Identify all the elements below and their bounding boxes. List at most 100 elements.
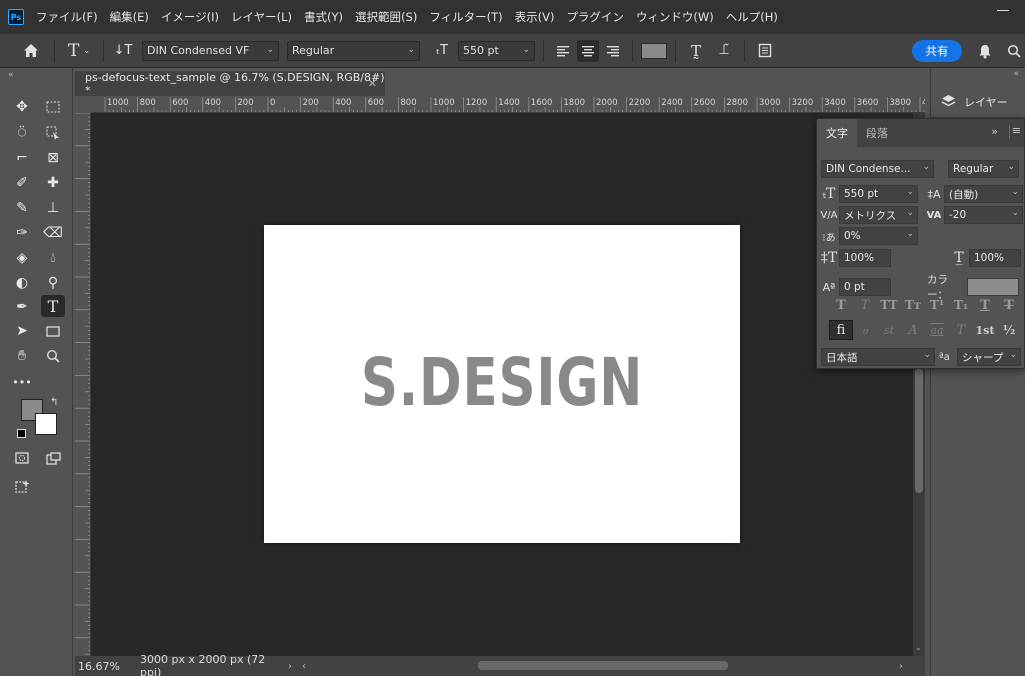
titling-alternates-button[interactable]: T (949, 320, 973, 340)
generative-fill-icon[interactable] (10, 475, 34, 497)
collapse-icon[interactable]: « (8, 70, 14, 80)
stylistic-alternates-button[interactable]: aa (925, 320, 949, 340)
type-tool-preset-icon[interactable]: T ⌄ (63, 41, 95, 61)
scroll-right-icon[interactable]: › (899, 661, 903, 672)
marquee-tool-icon[interactable] (41, 96, 65, 118)
default-colors-icon[interactable] (17, 429, 26, 438)
faux-italic-button[interactable]: T (853, 295, 877, 315)
brush-tool-icon[interactable]: ✎ (10, 197, 34, 219)
zoom-level[interactable]: 16.67% (78, 660, 140, 673)
crop-tool-icon[interactable]: ⌐ (10, 147, 34, 169)
menu-plugins[interactable]: プラグイン (566, 9, 624, 25)
background-color-swatch[interactable] (35, 413, 57, 435)
char-font-size-select[interactable]: 550 pt ⌄ (839, 185, 918, 203)
char-color-swatch[interactable] (967, 278, 1019, 296)
menu-type[interactable]: 書式(Y) (304, 9, 343, 25)
font-family-select[interactable]: DIN Condensed VF ⌄ (142, 40, 279, 61)
sponge-tool-icon[interactable]: ⚲ (41, 272, 65, 294)
tab-paragraph[interactable]: 段落 (857, 119, 897, 147)
frame-tool-icon[interactable]: ⊠ (41, 147, 65, 169)
faux-bold-button[interactable]: T (829, 295, 853, 315)
vertical-ruler[interactable] (75, 113, 91, 656)
document-tab[interactable]: ps-defocus-text_sample @ 16.7% (S.DESIGN… (75, 70, 385, 97)
subscript-button[interactable]: T₁ (949, 295, 973, 315)
ordinals-button[interactable]: 1st (973, 320, 997, 340)
align-right-icon[interactable] (602, 45, 624, 57)
more-tools-icon[interactable]: ••• (10, 371, 34, 393)
status-menu-chevron-icon[interactable]: › (288, 661, 292, 672)
minimize-icon[interactable] (997, 10, 1009, 11)
char-horizontal-scale-input[interactable]: 100% (969, 249, 1021, 267)
move-tool-icon[interactable]: ✥ (10, 96, 34, 118)
char-kerning-select[interactable]: メトリクス ⌄ (839, 206, 918, 224)
panel-menu-icon[interactable]: ≡ (1012, 124, 1021, 137)
menu-image[interactable]: イメージ(I) (161, 9, 219, 25)
canvas-area[interactable]: S.DESIGN (91, 113, 913, 656)
small-caps-button[interactable]: Tт (901, 295, 925, 315)
share-button[interactable]: 共有 (912, 40, 962, 62)
all-caps-button[interactable]: TT (877, 295, 901, 315)
language-select[interactable]: 日本語 ⌄ (821, 348, 935, 366)
align-center-icon[interactable] (577, 39, 599, 62)
rectangle-tool-icon[interactable] (41, 320, 65, 342)
search-icon[interactable] (1005, 42, 1023, 60)
char-tsume-select[interactable]: 0% ⌄ (839, 227, 918, 245)
menu-view[interactable]: 表示(V) (515, 9, 555, 25)
ruler-origin[interactable] (75, 97, 91, 113)
screen-mode-icon[interactable] (41, 447, 65, 469)
lasso-tool-icon[interactable]: ⍥ (10, 122, 34, 144)
underline-button[interactable]: T (973, 295, 997, 315)
swash-button[interactable]: A (901, 320, 925, 340)
scroll-left-icon[interactable]: ‹ (302, 661, 306, 672)
layers-panel-tab[interactable]: レイヤー (931, 86, 1025, 118)
vertical-scroll-thumb[interactable] (915, 368, 923, 493)
menu-edit[interactable]: 編集(E) (110, 9, 149, 25)
clone-stamp-tool-icon[interactable]: ⊥ (41, 197, 65, 219)
swap-colors-icon[interactable]: ↰ (50, 397, 58, 408)
text-color-swatch[interactable] (641, 42, 667, 59)
object-select-tool-icon[interactable] (41, 122, 65, 144)
home-icon[interactable] (16, 43, 46, 58)
font-size-select[interactable]: 550 pt ⌄ (458, 40, 535, 61)
char-font-family-select[interactable]: DIN Condense... ⌄ (821, 160, 934, 178)
menu-file[interactable]: ファイル(F) (36, 9, 98, 25)
discretionary-ligatures-button[interactable]: st (877, 320, 901, 340)
hand-tool-icon[interactable]: ✋︎ (10, 345, 34, 367)
close-icon[interactable]: ✕ (368, 77, 377, 90)
menu-window[interactable]: ウィンドウ(W) (636, 9, 714, 25)
horizontal-scroll-thumb[interactable] (478, 661, 728, 670)
menu-filter[interactable]: フィルター(T) (429, 9, 502, 25)
char-font-style-select[interactable]: Regular ⌄ (948, 160, 1019, 178)
antialias-select[interactable]: シャープ ⌄ (957, 348, 1021, 366)
tab-character[interactable]: 文字 (817, 119, 857, 147)
strikethrough-button[interactable]: T (997, 295, 1021, 315)
type-tool-icon[interactable]: T (41, 295, 65, 317)
warp-text-icon[interactable]: T̰ (684, 42, 708, 60)
dodge-tool-icon[interactable]: ◐ (10, 272, 34, 294)
paint-bucket-tool-icon[interactable]: ◈ (10, 247, 34, 269)
menu-layer[interactable]: レイヤー(L) (231, 9, 292, 25)
menu-help[interactable]: ヘルプ(H) (726, 9, 778, 25)
panel-collapse-icon[interactable]: » (991, 125, 998, 138)
eyedropper-tool-icon[interactable]: ✐ (10, 172, 34, 194)
align-left-icon[interactable] (552, 45, 574, 57)
char-leading-select[interactable]: (自動) ⌄ (944, 185, 1023, 203)
character-panel-toggle-icon[interactable] (753, 43, 777, 58)
text-path-icon[interactable]: ⊥̃ (712, 43, 736, 58)
pen-tool-icon[interactable]: ✒ (10, 296, 34, 318)
horizontal-ruler[interactable]: 1000 800 600 400 200 0 200 400 600 800 1000 1200 140… (91, 97, 925, 113)
healing-brush-tool-icon[interactable]: ✚ (41, 172, 65, 194)
orientation-toggle-icon[interactable]: ↓T (112, 43, 134, 58)
history-brush-tool-icon[interactable]: ✑ (10, 222, 34, 244)
path-selection-tool-icon[interactable]: ➤ (10, 320, 34, 342)
text-layer-s-design[interactable]: S.DESIGN (316, 343, 687, 423)
bell-icon[interactable] (977, 42, 993, 60)
superscript-button[interactable]: T¹ (925, 295, 949, 315)
menu-select[interactable]: 選択範囲(S) (355, 9, 417, 25)
contextual-alternates-button[interactable]: ℴ (853, 320, 877, 340)
font-style-select[interactable]: Regular ⌄ (287, 40, 420, 61)
fractions-button[interactable]: ½ (997, 320, 1021, 340)
char-vertical-scale-input[interactable]: 100% (839, 249, 891, 267)
blur-tool-icon[interactable]: 💧︎ (41, 247, 65, 269)
char-baseline-shift-input[interactable]: 0 pt (839, 278, 891, 296)
